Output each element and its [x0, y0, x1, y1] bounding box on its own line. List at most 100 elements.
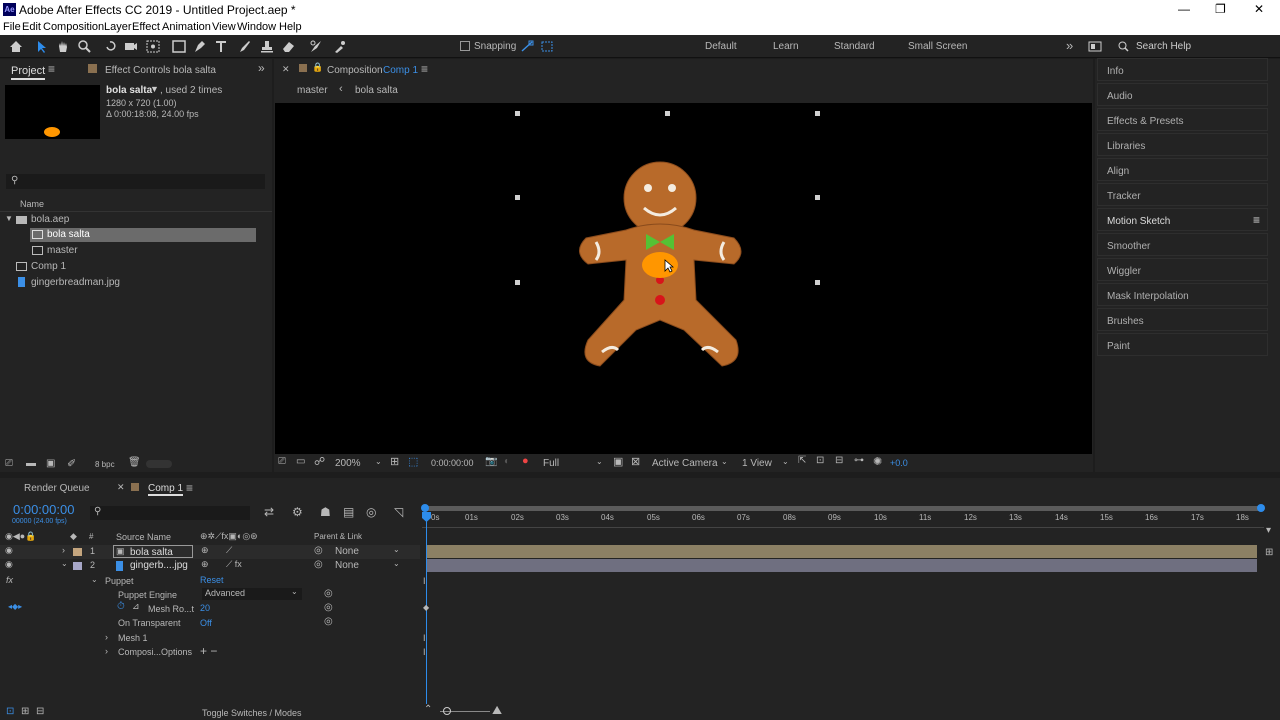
hand-tool-icon[interactable] — [56, 40, 70, 53]
graph-icon[interactable]: ⊿ — [132, 601, 140, 612]
layer-row-1[interactable]: ◉ › 1 ▣ bola salta ⊕ ⟋ ◎ None ⌄ — [0, 545, 420, 559]
new-composition-icon[interactable]: ▣ — [46, 458, 55, 469]
panel-tracker[interactable]: Tracker — [1097, 183, 1268, 206]
parent-dropdown[interactable]: None — [335, 546, 359, 557]
effect-switch-icon[interactable]: ⟋ fx — [226, 559, 242, 570]
camera-dropdown[interactable]: Active Camera — [652, 458, 718, 469]
rotate-tool-icon[interactable] — [104, 40, 118, 53]
snapshot-icon[interactable]: 📷 — [485, 456, 497, 467]
panel-wiggler[interactable]: Wiggler — [1097, 258, 1268, 281]
markers-icon[interactable]: ⊞ — [1265, 547, 1273, 558]
mesh1-label[interactable]: Mesh 1 — [118, 633, 148, 643]
mask-visibility-icon[interactable]: ☍ — [314, 455, 325, 468]
always-preview-icon[interactable]: ⎚ — [278, 456, 286, 467]
transform-handle[interactable] — [665, 111, 670, 116]
chevron-down-icon[interactable]: ⌄ — [375, 457, 382, 466]
clone-stamp-tool-icon[interactable] — [260, 40, 274, 53]
preview-monitor-icon[interactable]: ▭ — [296, 456, 305, 467]
menu-view[interactable]: View — [212, 21, 236, 33]
item-dropdown-icon[interactable]: ▼ — [150, 84, 159, 94]
panel-brushes[interactable]: Brushes — [1097, 308, 1268, 331]
minimize-button[interactable]: — — [1178, 2, 1190, 16]
breadcrumb-bola-salta[interactable]: bola salta — [355, 85, 398, 96]
panel-info[interactable]: Info — [1097, 58, 1268, 81]
transfer-controls-icon[interactable]: ⊞ — [21, 706, 29, 717]
panel-align[interactable]: Align — [1097, 158, 1268, 181]
column-name-header[interactable]: Name — [20, 199, 44, 209]
sync-settings-icon[interactable] — [1088, 40, 1102, 53]
panel-effects-presets[interactable]: Effects & Presets — [1097, 108, 1268, 131]
fx-icon[interactable]: fx — [6, 575, 13, 585]
graph-editor-icon[interactable]: ◹ — [394, 505, 403, 519]
new-folder-icon[interactable]: ▬ — [26, 458, 36, 469]
menu-help[interactable]: Help — [279, 21, 302, 33]
keyframe-nav-icon[interactable]: ◂◆▸ — [8, 602, 22, 611]
chevron-right-icon[interactable]: › — [62, 545, 65, 555]
bpc-label[interactable]: 8 bpc — [95, 460, 115, 469]
close-tab-icon[interactable]: ✕ — [117, 482, 125, 493]
stopwatch-icon[interactable]: ⏱ — [117, 601, 125, 612]
comp-lock-icon[interactable]: 🔒 — [312, 62, 323, 73]
snapping-checkbox[interactable] — [460, 41, 470, 51]
grid-icon[interactable]: ⊞ — [390, 455, 399, 468]
puppet-tool-icon[interactable] — [334, 40, 348, 53]
menu-window[interactable]: Window — [237, 21, 276, 33]
project-menu-icon[interactable]: ≡ — [48, 62, 55, 76]
composition-viewer[interactable] — [275, 103, 1092, 454]
pen-tool-icon[interactable] — [193, 40, 207, 53]
menu-edit[interactable]: Edit — [22, 21, 41, 33]
current-time-display[interactable]: 0:00:00:00 — [431, 458, 474, 468]
breadcrumb-master[interactable]: master — [297, 85, 328, 96]
on-transparent-value[interactable]: Off — [200, 618, 212, 628]
keyframe-marker-icon[interactable]: I — [423, 576, 426, 586]
panel-smoother[interactable]: Smoother — [1097, 233, 1268, 256]
in-out-icon[interactable]: ⊟ — [36, 706, 44, 717]
comp-tab-name[interactable]: Comp 1 — [383, 65, 418, 76]
workspace-small-screen[interactable]: Small Screen — [908, 41, 967, 52]
panel-expand-button[interactable]: » — [258, 61, 265, 75]
expression-pickwhip-icon[interactable]: ◎ — [324, 588, 333, 599]
timeline-menu-icon[interactable]: ≡ — [186, 481, 193, 495]
panel-libraries[interactable]: Libraries — [1097, 133, 1268, 156]
draft-3d-icon[interactable]: ⊡ — [816, 455, 824, 466]
menu-animation[interactable]: Animation — [162, 21, 211, 33]
resolution-dropdown[interactable]: Full — [543, 458, 559, 469]
chevron-down-icon[interactable]: ⌄ — [596, 457, 603, 466]
panel-menu-icon[interactable]: ≡ — [1253, 213, 1260, 227]
transparency-grid-icon[interactable]: ⊠ — [631, 455, 640, 468]
reset-exposure-icon[interactable]: ✺ — [873, 455, 882, 468]
motion-blur-icon[interactable]: ◎ — [366, 505, 376, 519]
timeline-zoom-knob[interactable] — [443, 707, 451, 715]
chevron-down-icon[interactable]: ⌄ — [61, 559, 68, 568]
keyframe-marker-icon[interactable]: I — [423, 647, 426, 657]
comp-mini-flowchart-icon[interactable]: ⇄ — [264, 505, 274, 519]
chevron-down-icon[interactable]: ⌄ — [782, 457, 789, 466]
menu-file[interactable]: File — [3, 21, 21, 33]
tab-render-queue[interactable]: Render Queue — [24, 483, 90, 494]
workspace-more-button[interactable]: » — [1066, 38, 1073, 53]
chevron-down-icon[interactable]: ⌄ — [393, 545, 400, 554]
chevron-right-icon[interactable]: › — [105, 632, 108, 642]
chevron-right-icon[interactable]: › — [105, 646, 108, 656]
exposure-value[interactable]: +0.0 — [890, 458, 908, 468]
zoom-in-icon[interactable]: ⛰ — [492, 703, 502, 718]
keyframe-marker-icon[interactable]: I — [423, 633, 426, 643]
workspace-standard[interactable]: Standard — [834, 41, 875, 52]
chevron-down-icon[interactable]: ⌄ — [393, 559, 400, 568]
project-item-master[interactable]: master — [30, 244, 256, 258]
camera-tool-icon[interactable] — [124, 40, 138, 53]
eraser-tool-icon[interactable] — [282, 40, 296, 53]
panel-mask-interpolation[interactable]: Mask Interpolation — [1097, 283, 1268, 306]
parent-dropdown[interactable]: None — [335, 560, 359, 571]
layer-bar-1[interactable] — [427, 545, 1257, 558]
transform-handle[interactable] — [815, 280, 820, 285]
snap-edges-icon[interactable] — [520, 40, 534, 53]
pickwhip-icon[interactable]: ◎ — [314, 559, 323, 570]
comp-menu-icon[interactable]: ≡ — [421, 62, 428, 76]
project-item-bola-salta[interactable]: bola salta — [30, 228, 256, 242]
toggle-switches-modes[interactable]: Toggle Switches / Modes — [202, 708, 302, 718]
zoom-out-icon[interactable]: ⌃ — [424, 704, 432, 715]
fast-previews-icon[interactable]: ▣ — [613, 455, 623, 468]
pickwhip-icon[interactable]: ◎ — [314, 545, 323, 556]
workspace-learn[interactable]: Learn — [773, 41, 799, 52]
